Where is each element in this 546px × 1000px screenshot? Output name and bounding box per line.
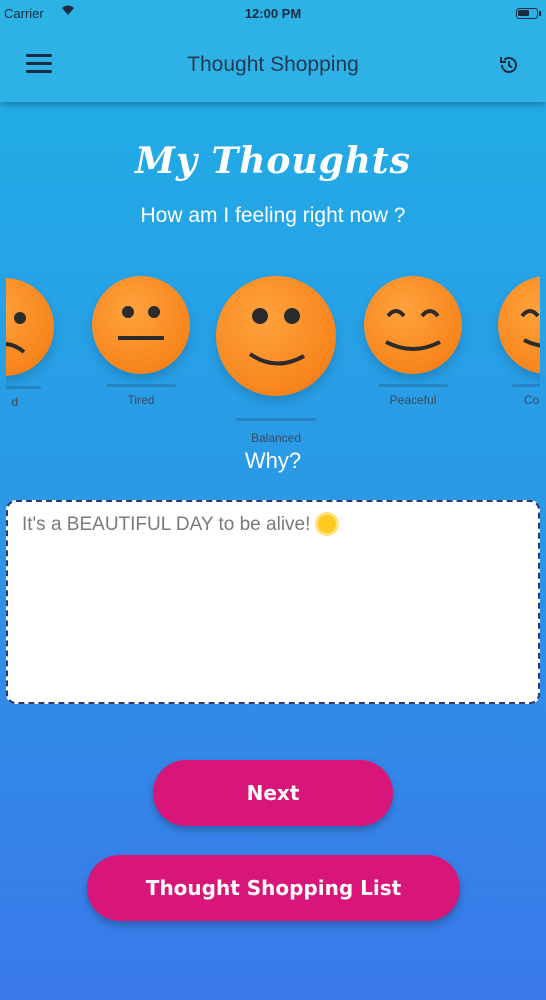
peaceful-face-icon	[364, 276, 462, 374]
battery-tip	[539, 11, 541, 16]
mood-peaceful[interactable]: Peaceful	[364, 276, 462, 407]
mood-label: d	[11, 395, 18, 409]
clock: 12:00 PM	[244, 6, 302, 21]
mood-balanced[interactable]: Balanced	[216, 276, 336, 445]
content-face-icon	[498, 276, 540, 374]
mood-label: Peaceful	[389, 393, 437, 407]
sad-face-icon	[6, 278, 54, 376]
next-button[interactable]: Next	[153, 760, 393, 826]
history-icon[interactable]	[498, 54, 520, 76]
mood-sad[interactable]: d	[6, 278, 56, 409]
thought-text: It's a BEAUTIFUL DAY to be alive!	[22, 514, 311, 535]
why-label: Why?	[244, 448, 302, 473]
page-title: My Thoughts	[135, 140, 411, 182]
thought-textarea[interactable]: It's a BEAUTIFUL DAY to be alive!	[6, 500, 540, 704]
mood-content[interactable]: Co	[498, 276, 540, 407]
mood-carousel[interactable]: d Tired Balanced Peaceful Co	[6, 260, 540, 460]
battery-icon	[516, 8, 538, 19]
mood-label: Balanced	[250, 431, 302, 445]
thought-shopping-list-button[interactable]: Thought Shopping List	[87, 855, 460, 921]
feeling-question: How am I feeling right now ?	[140, 204, 406, 227]
mood-label: Co	[524, 393, 540, 407]
tired-face-icon	[92, 276, 190, 374]
mood-label: Tired	[127, 393, 155, 407]
balanced-face-icon	[216, 276, 336, 396]
mood-tired[interactable]: Tired	[92, 276, 190, 407]
sun-icon	[318, 515, 337, 533]
status-bar: Carrier 12:00 PM	[0, 0, 546, 28]
nav-bar: Thought Shopping	[0, 28, 546, 102]
nav-title: Thought Shopping	[187, 53, 359, 76]
